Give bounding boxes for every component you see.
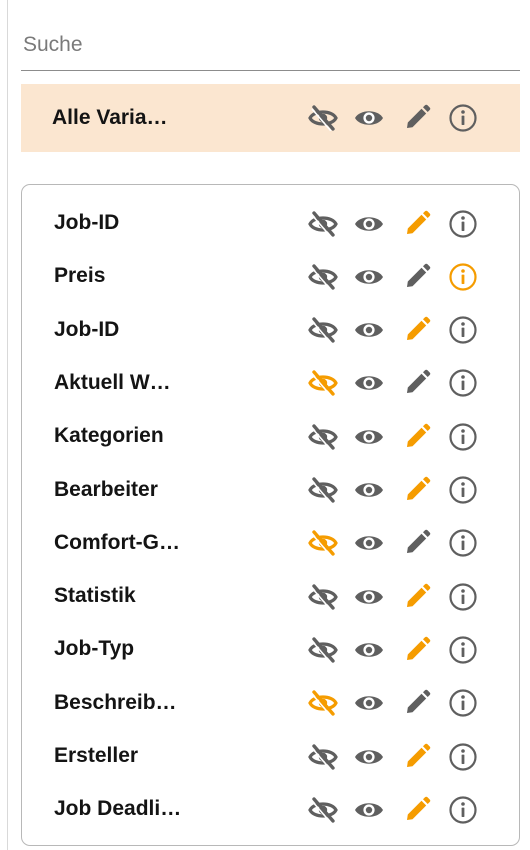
info-icon[interactable]: [446, 473, 480, 507]
variable-row[interactable]: Aktuell W…: [22, 357, 519, 410]
pencil-icon[interactable]: [400, 366, 434, 400]
pencil-icon[interactable]: [400, 207, 434, 241]
variable-actions: [22, 570, 519, 623]
eye-icon[interactable]: [352, 313, 386, 347]
eye-off-icon[interactable]: [306, 366, 340, 400]
variable-actions: [22, 304, 519, 357]
variable-list: Job-ID Preis Job-ID Aktuell W… Kategorie…: [21, 184, 520, 846]
pencil-icon[interactable]: [400, 633, 434, 667]
variable-actions: [22, 410, 519, 463]
eye-icon[interactable]: [352, 580, 386, 614]
all-variables-row[interactable]: Alle Varia…: [21, 84, 520, 152]
info-icon[interactable]: [446, 526, 480, 560]
variable-actions: [22, 357, 519, 410]
pencil-icon[interactable]: [400, 420, 434, 454]
info-icon[interactable]: [446, 740, 480, 774]
info-icon[interactable]: [446, 260, 480, 294]
pencil-icon[interactable]: [400, 260, 434, 294]
pencil-icon[interactable]: [400, 686, 434, 720]
info-icon[interactable]: [446, 101, 480, 135]
panel-left-border: [7, 0, 8, 850]
variable-actions: [22, 464, 519, 517]
variable-row[interactable]: Kategorien: [22, 410, 519, 463]
variable-row[interactable]: Job-ID: [22, 197, 519, 250]
eye-off-icon[interactable]: [306, 101, 340, 135]
eye-icon[interactable]: [352, 686, 386, 720]
eye-off-icon[interactable]: [306, 686, 340, 720]
eye-icon[interactable]: [352, 366, 386, 400]
pencil-icon[interactable]: [400, 793, 434, 827]
variable-actions: [22, 730, 519, 783]
eye-icon[interactable]: [352, 633, 386, 667]
variable-actions: [22, 783, 519, 836]
variable-actions: [22, 197, 519, 250]
eye-off-icon[interactable]: [306, 633, 340, 667]
eye-icon[interactable]: [352, 101, 386, 135]
eye-off-icon[interactable]: [306, 207, 340, 241]
variable-row[interactable]: Statistik: [22, 570, 519, 623]
eye-off-icon[interactable]: [306, 580, 340, 614]
eye-icon[interactable]: [352, 473, 386, 507]
eye-icon[interactable]: [352, 793, 386, 827]
info-icon[interactable]: [446, 313, 480, 347]
eye-icon[interactable]: [352, 420, 386, 454]
variable-actions: [22, 250, 519, 303]
variable-row[interactable]: Comfort-G…: [22, 517, 519, 570]
variable-row[interactable]: Beschreib…: [22, 677, 519, 730]
search-field[interactable]: [21, 22, 522, 71]
variable-row[interactable]: Bearbeiter: [22, 464, 519, 517]
eye-off-icon[interactable]: [306, 740, 340, 774]
eye-off-icon[interactable]: [306, 526, 340, 560]
variable-actions: [22, 517, 519, 570]
info-icon[interactable]: [446, 633, 480, 667]
eye-off-icon[interactable]: [306, 260, 340, 294]
pencil-icon[interactable]: [400, 526, 434, 560]
variable-actions: [22, 677, 519, 730]
info-icon[interactable]: [446, 420, 480, 454]
eye-off-icon[interactable]: [306, 473, 340, 507]
info-icon[interactable]: [446, 793, 480, 827]
variable-row[interactable]: Job Deadli…: [22, 783, 519, 836]
pencil-icon[interactable]: [400, 740, 434, 774]
pencil-icon[interactable]: [400, 101, 434, 135]
info-icon[interactable]: [446, 580, 480, 614]
variable-row[interactable]: Preis: [22, 250, 519, 303]
eye-icon[interactable]: [352, 526, 386, 560]
variable-row[interactable]: Job-ID: [22, 304, 519, 357]
pencil-icon[interactable]: [400, 313, 434, 347]
eye-off-icon[interactable]: [306, 420, 340, 454]
variable-actions: [22, 623, 519, 676]
info-icon[interactable]: [446, 366, 480, 400]
eye-off-icon[interactable]: [306, 313, 340, 347]
all-variables-actions: [21, 84, 520, 152]
eye-icon[interactable]: [352, 740, 386, 774]
search-input[interactable]: [21, 22, 522, 68]
info-icon[interactable]: [446, 207, 480, 241]
pencil-icon[interactable]: [400, 473, 434, 507]
variable-row[interactable]: Job-Typ: [22, 623, 519, 676]
eye-off-icon[interactable]: [306, 793, 340, 827]
variable-row[interactable]: Ersteller: [22, 730, 519, 783]
info-icon[interactable]: [446, 686, 480, 720]
eye-icon[interactable]: [352, 207, 386, 241]
eye-icon[interactable]: [352, 260, 386, 294]
pencil-icon[interactable]: [400, 580, 434, 614]
